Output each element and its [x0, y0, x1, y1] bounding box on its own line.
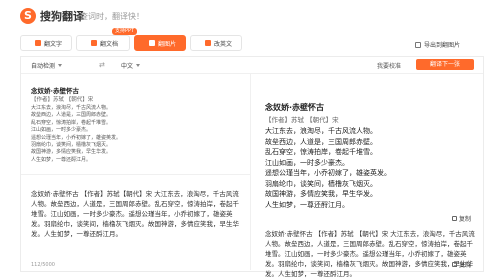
copy-icon	[452, 262, 457, 267]
tab-image-translate[interactable]: 翻图片	[134, 35, 186, 51]
export-label: 导出到翻图片	[424, 42, 461, 49]
chevron-down-icon	[58, 64, 63, 67]
source-line: 故国神游，多情应笑我，早生华发。	[31, 149, 112, 156]
top-header: S 搜狗翻译 查词时，翻译快！	[0, 0, 500, 32]
sogou-logo-icon: S	[20, 8, 36, 24]
logo[interactable]: S 搜狗翻译	[20, 8, 84, 24]
translation-panel: 自动检测 ⇄ 中文 我要校准 翻译下一张 念奴娇·赤壁怀古 【作者】苏轼 【朝代…	[20, 56, 484, 278]
tab-label: 翻图片	[158, 40, 177, 48]
source-language-label: 自动检测	[31, 63, 56, 70]
text-icon	[35, 40, 41, 46]
tab-label: 改英文	[214, 40, 233, 48]
copy-label: 复制	[459, 216, 472, 223]
edit-icon	[205, 40, 211, 46]
tab-label: 翻文档	[100, 40, 119, 48]
copy-button[interactable]: 复制	[452, 214, 471, 223]
copy-label: 复制	[459, 262, 472, 269]
character-count: 112/5000	[31, 262, 55, 268]
tab-document-translate[interactable]: 翻文档	[76, 35, 130, 51]
source-language-select[interactable]: 自动检测	[31, 61, 63, 70]
source-line: 遥想公瑾当年，小乔初嫁了，雄姿英发。	[31, 134, 122, 141]
translated-meta: 【作者】苏轼 【朝代】宋	[265, 116, 339, 124]
source-pane: 念奴娇·赤壁怀古 【作者】苏轼 【朝代】宋 大江东去，浪淘尽，千古风流人物。 故垒…	[21, 74, 251, 270]
source-image-text: 大江东去，浪淘尽，千古风流人物。 故垒西边，人道是，三国周郎赤壁。 乱石穿空，惊涛拍…	[31, 105, 121, 164]
target-pane: 念奴娇·赤壁怀古 【作者】苏轼 【朝代】宋 大江东去，浪淘尽，千古风流人物。 故垒…	[252, 74, 482, 278]
export-icon	[415, 41, 421, 48]
export-link[interactable]: 导出到翻图片	[415, 40, 460, 49]
translated-title: 念奴娇·赤壁怀古	[265, 103, 325, 112]
translated-line: 大江东去，浪淘尽，千古风流人物。	[265, 127, 377, 135]
translated-line: 故国神游，多情应笑我，早生华发。	[265, 190, 377, 198]
translated-line: 遥想公瑾当年，小乔初嫁了，雄姿英发。	[265, 169, 391, 177]
next-image-button[interactable]: 翻译下一张	[416, 59, 474, 70]
logo-text: 搜狗翻译	[40, 10, 84, 23]
image-icon	[149, 40, 155, 46]
copy-icon	[452, 216, 457, 221]
translated-text[interactable]: 念奴娇·赤壁怀古 【作者】苏轼 【朝代】宋 大江东去，浪淘尽，千古风流人物。故垒…	[265, 229, 477, 279]
source-line: 人生如梦，一尊还酹江月。	[31, 156, 92, 163]
source-meta: 【作者】苏轼 【朝代】宋	[31, 97, 94, 103]
translated-line: 故垒西边，人道是，三国周郎赤壁。	[265, 137, 377, 146]
ppt-support-badge: 支持PPT	[112, 28, 138, 35]
language-toolbar: 自动检测 ⇄ 中文 我要校准 翻译下一张	[21, 57, 483, 74]
translated-line: 乱石穿空，惊涛拍岸，卷起千堆雪。	[265, 148, 377, 156]
source-line: 故垒西边，人道是，三国周郎赤壁。	[31, 112, 112, 119]
source-title: 念奴娇·赤壁怀古	[31, 87, 79, 95]
swap-languages-icon[interactable]: ⇄	[99, 61, 105, 69]
translated-image-text: 大江东去，浪淘尽，千古风流人物。 故垒西边，人道是，三国周郎赤壁。 乱石穿空，惊涛拍…	[265, 126, 391, 210]
document-icon	[91, 40, 97, 46]
chevron-down-icon	[136, 64, 141, 67]
translated-line: 羽扇纶巾，谈笑间，樯橹灰飞烟灭。	[265, 179, 377, 188]
target-language-select[interactable]: 中文	[121, 61, 141, 70]
tab-text-translate[interactable]: 翻文字	[20, 35, 72, 51]
copy-button-bottom[interactable]: 复制	[452, 260, 471, 269]
slogan: 查词时，翻译快！	[80, 12, 144, 21]
translated-line: 人生如梦，一尊还酹江月。	[265, 200, 349, 209]
divider	[21, 174, 251, 175]
calibrate-link[interactable]: 我要校准	[377, 61, 401, 70]
source-recognized-text[interactable]: 念奴娇·赤壁怀古 【作者】苏轼【朝代】宋 大江东去，浪淘尽，千古风流人物。故垒西…	[31, 189, 243, 239]
source-line: 江山如画，一时多少豪杰。	[31, 127, 92, 134]
tab-edit-english[interactable]: 改英文	[190, 35, 242, 51]
target-language-label: 中文	[121, 63, 134, 70]
tab-label: 翻文字	[44, 40, 63, 48]
translated-line: 江山如画，一时多少豪杰。	[265, 158, 349, 167]
